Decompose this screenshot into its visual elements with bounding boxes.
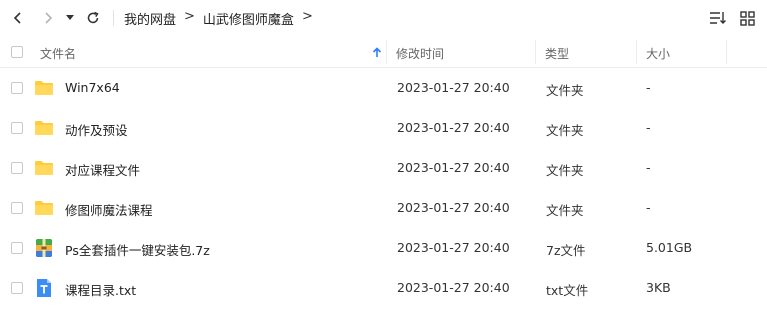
- file-name[interactable]: 修图师魔法课程: [65, 200, 153, 219]
- row-checkbox[interactable]: [11, 202, 23, 214]
- caret-down-icon: [66, 15, 74, 20]
- file-modified: 2023-01-27 20:40: [397, 160, 510, 175]
- toolbar-divider: [113, 10, 114, 26]
- file-name[interactable]: Ps全套插件一键安装包.7z: [65, 240, 210, 259]
- history-dropdown-button[interactable]: [63, 8, 77, 28]
- column-divider[interactable]: [636, 40, 637, 64]
- file-type: 7z文件: [546, 243, 586, 258]
- chevron-right-icon: [45, 12, 53, 24]
- chevron-left-icon: [13, 12, 21, 24]
- file-name[interactable]: 对应课程文件: [65, 160, 140, 179]
- refresh-icon: [87, 11, 99, 24]
- file-modified: 2023-01-27 20:40: [397, 280, 510, 295]
- file-row[interactable]: Win7x64 2023-01-27 20:40 文件夹 -: [0, 68, 767, 108]
- file-type: 文件夹: [546, 203, 584, 218]
- file-size: 5.01GB: [646, 240, 693, 255]
- grid-view-button[interactable]: [738, 9, 756, 27]
- breadcrumb-separator[interactable]: >: [302, 9, 313, 28]
- row-checkbox[interactable]: [11, 122, 23, 134]
- txt-file-icon: [37, 279, 51, 297]
- breadcrumb-current[interactable]: 山武修图师魔盒: [203, 9, 294, 28]
- file-name[interactable]: Win7x64: [65, 80, 120, 95]
- column-divider[interactable]: [726, 40, 727, 64]
- row-checkbox[interactable]: [11, 82, 23, 94]
- file-row[interactable]: Ps全套插件一键安装包.7z 2023-01-27 20:40 7z文件 5.0…: [0, 228, 767, 268]
- file-size: -: [646, 200, 651, 215]
- column-header-modified[interactable]: 修改时间: [396, 45, 444, 62]
- breadcrumb-root[interactable]: 我的网盘: [124, 9, 176, 28]
- folder-icon: [35, 81, 53, 95]
- row-checkbox[interactable]: [11, 162, 23, 174]
- file-modified: 2023-01-27 20:40: [397, 120, 510, 135]
- file-size: -: [646, 120, 651, 135]
- file-size: -: [646, 160, 651, 175]
- file-row[interactable]: 动作及预设 2023-01-27 20:40 文件夹 -: [0, 108, 767, 148]
- sort-icon: [710, 12, 726, 24]
- sort-button[interactable]: [709, 9, 727, 27]
- breadcrumb-separator: >: [184, 9, 195, 24]
- archive-icon: [36, 239, 52, 257]
- file-row[interactable]: 课程目录.txt 2023-01-27 20:40 txt文件 3KB: [0, 268, 767, 308]
- folder-icon: [35, 201, 53, 215]
- file-modified: 2023-01-27 20:40: [397, 240, 510, 255]
- forward-button[interactable]: [38, 8, 58, 28]
- file-name[interactable]: 动作及预设: [65, 120, 128, 139]
- file-row[interactable]: 对应课程文件 2023-01-27 20:40 文件夹 -: [0, 148, 767, 188]
- folder-icon: [35, 161, 53, 175]
- select-all-checkbox[interactable]: [11, 46, 23, 58]
- row-checkbox[interactable]: [11, 282, 23, 294]
- sort-ascending-icon[interactable]: [372, 47, 382, 58]
- folder-icon: [35, 121, 53, 135]
- column-header-size[interactable]: 大小: [646, 45, 670, 62]
- column-header-type[interactable]: 类型: [545, 45, 569, 62]
- file-size: 3KB: [646, 280, 671, 295]
- file-type: 文件夹: [546, 83, 584, 98]
- file-type: txt文件: [546, 283, 589, 298]
- file-modified: 2023-01-27 20:40: [397, 80, 510, 95]
- file-type: 文件夹: [546, 123, 584, 138]
- breadcrumb: 我的网盘 > 山武修图师魔盒 >: [124, 9, 321, 28]
- row-checkbox[interactable]: [11, 242, 23, 254]
- column-divider[interactable]: [535, 40, 536, 64]
- file-size: -: [646, 80, 651, 95]
- file-row[interactable]: 修图师魔法课程 2023-01-27 20:40 文件夹 -: [0, 188, 767, 228]
- column-header-name[interactable]: 文件名: [40, 45, 76, 62]
- file-modified: 2023-01-27 20:40: [397, 200, 510, 215]
- file-list-header: 文件名 修改时间 类型 大小: [0, 37, 767, 68]
- back-button[interactable]: [8, 8, 28, 28]
- column-divider[interactable]: [386, 40, 387, 64]
- toolbar: 我的网盘 > 山武修图师魔盒 >: [0, 0, 767, 36]
- file-type: 文件夹: [546, 163, 584, 178]
- refresh-button[interactable]: [83, 8, 103, 28]
- grid-view-icon: [739, 10, 755, 26]
- file-name[interactable]: 课程目录.txt: [65, 280, 136, 299]
